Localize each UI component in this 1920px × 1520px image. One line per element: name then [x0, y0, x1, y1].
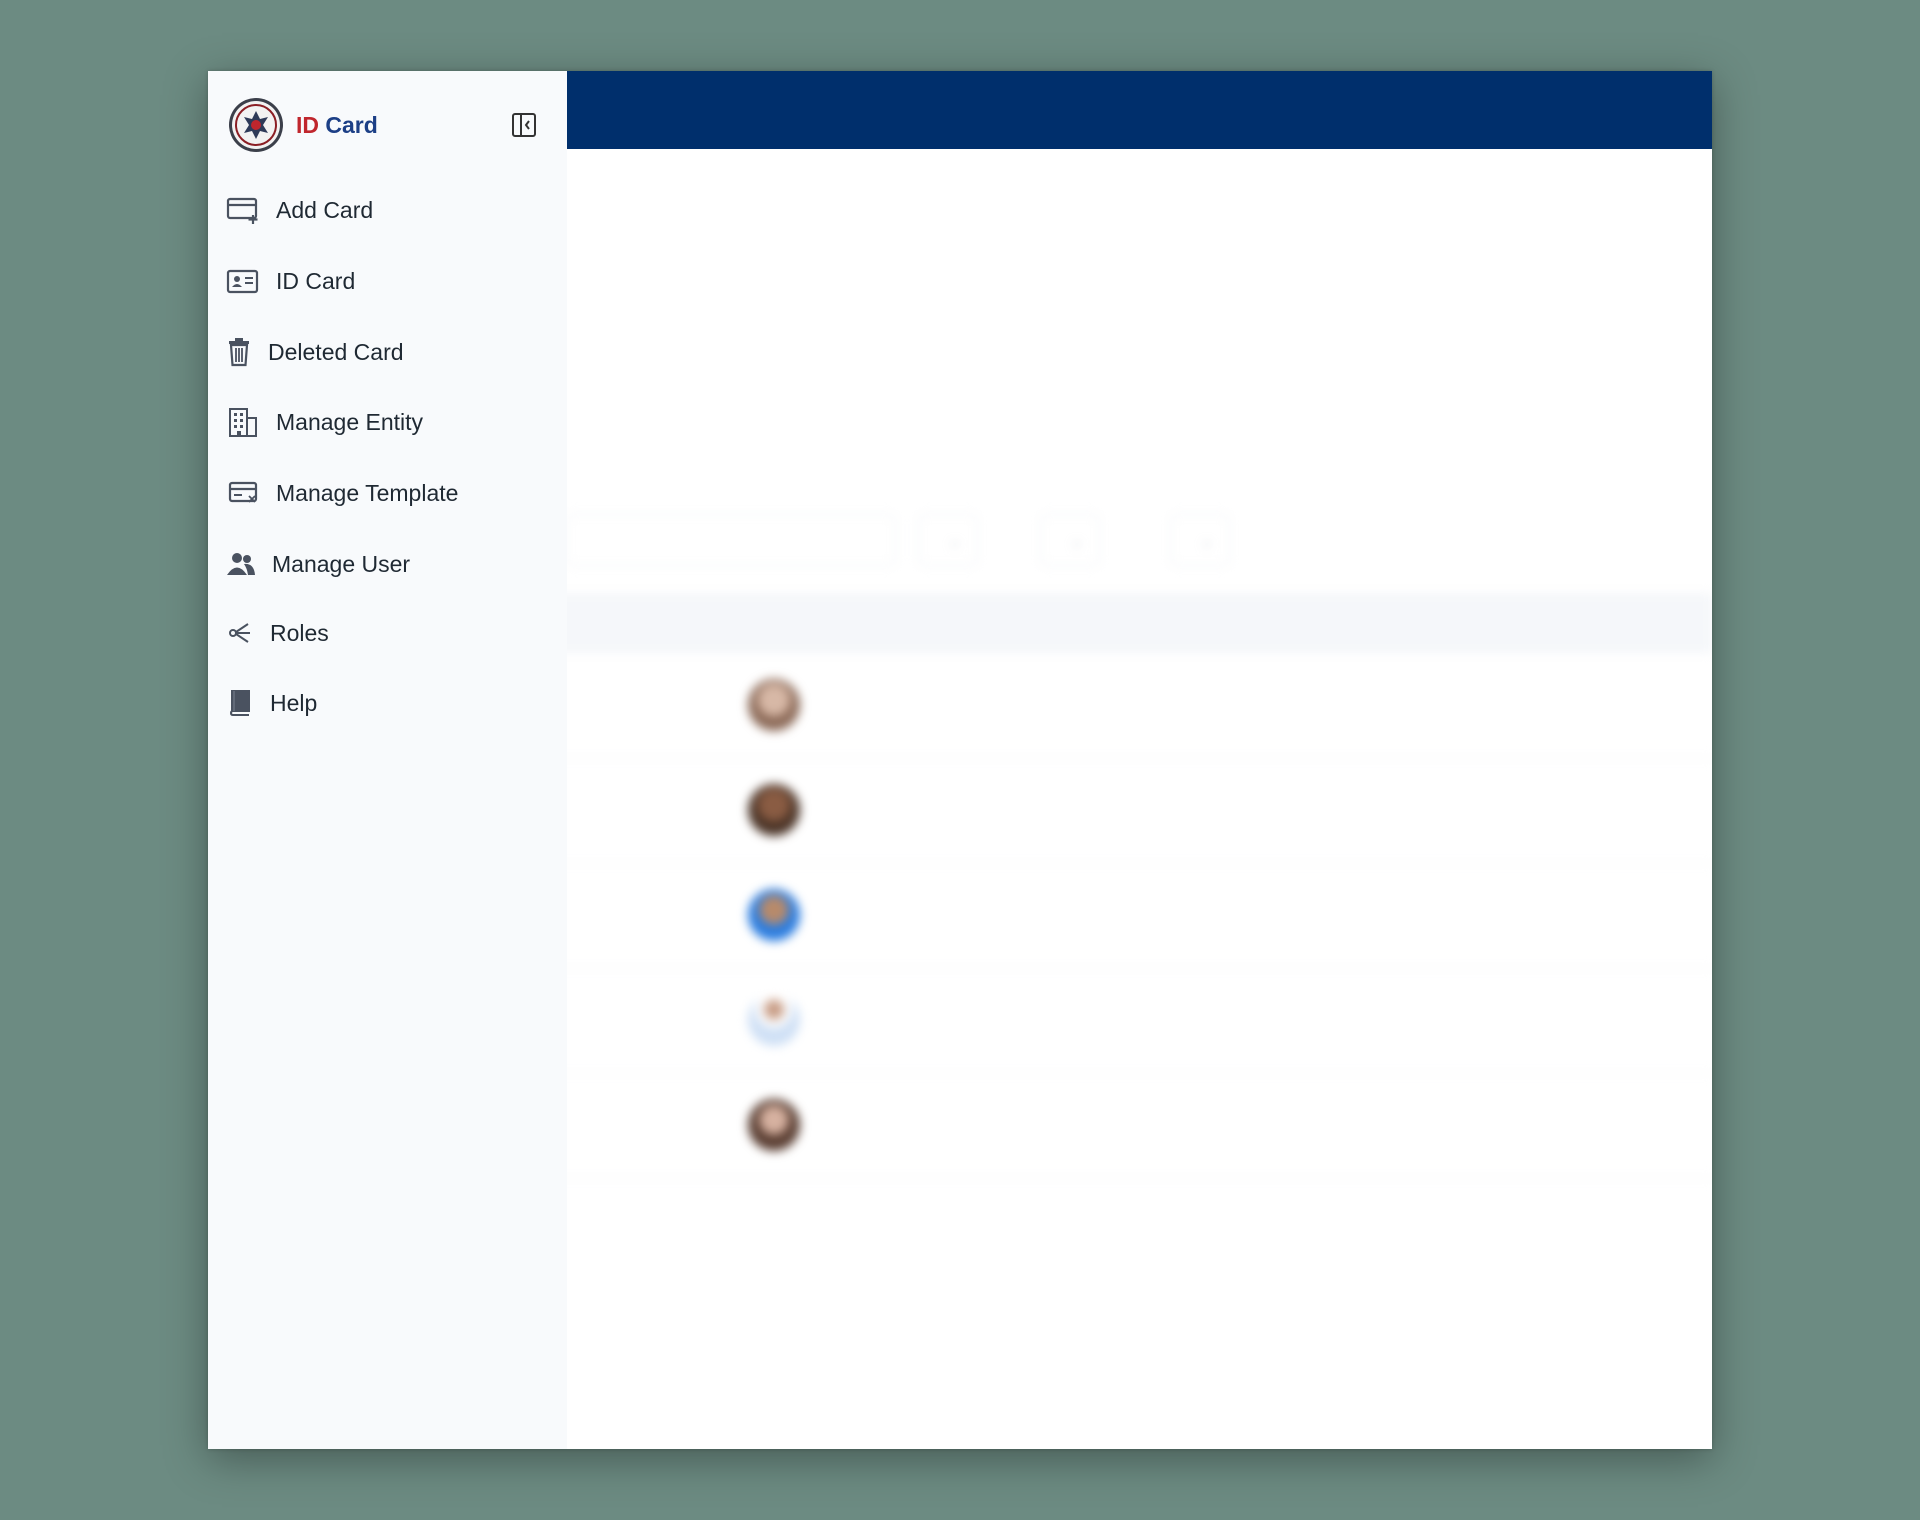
- sidebar-item-label: Roles: [270, 619, 329, 646]
- sidebar-item-id-card[interactable]: ID Card: [226, 259, 355, 303]
- sidebar-item-label: Add Card: [276, 196, 374, 223]
- sidebar-toggle-icon: [512, 113, 536, 137]
- sidebar-item-help[interactable]: Help: [226, 681, 317, 725]
- avatar: [748, 1099, 800, 1151]
- brand[interactable]: ID Card: [228, 97, 378, 153]
- users-icon: [226, 547, 256, 581]
- trash-icon: [226, 335, 252, 369]
- table-row[interactable]: [548, 758, 1712, 864]
- id-card-icon: [226, 264, 260, 298]
- sidebar-item-label: Manage Template: [276, 479, 459, 506]
- sidebar-item-label: Deleted Card: [268, 338, 404, 365]
- chevron-down-icon: ⌄: [1071, 533, 1083, 549]
- table-row[interactable]: [548, 1073, 1712, 1179]
- collapse-sidebar-button[interactable]: [510, 111, 538, 139]
- table-row[interactable]: [548, 653, 1712, 759]
- app-title-card: Card: [325, 111, 378, 138]
- sidebar: ID Card Add Card ID Card Deleted Card Ma…: [208, 71, 567, 1449]
- avatar: [748, 994, 800, 1046]
- sidebar-item-label: Help: [270, 689, 318, 716]
- sidebar-item-manage-user[interactable]: Manage User: [226, 542, 410, 586]
- user-type-filter[interactable]: ⌄: [1170, 514, 1230, 566]
- app-title-id: ID: [296, 111, 319, 138]
- sidebar-item-roles[interactable]: Roles: [226, 611, 329, 655]
- chevron-down-icon: ⌄: [949, 533, 961, 549]
- entity-filter[interactable]: ⌄: [1040, 514, 1100, 566]
- roles-icon: [226, 616, 254, 650]
- sidebar-item-label: Manage Entity: [276, 408, 424, 435]
- sidebar-item-add-card[interactable]: Add Card: [226, 188, 373, 232]
- app-title: ID Card: [296, 112, 378, 139]
- table-row[interactable]: [548, 968, 1712, 1074]
- app-window: ⌄ ⌄ ⌄ ID Card Add Card ID Card Deleted C…: [208, 71, 1712, 1449]
- sidebar-item-manage-entity[interactable]: Manage Entity: [226, 400, 423, 444]
- search-input[interactable]: [566, 514, 896, 566]
- add-card-icon: [226, 193, 260, 227]
- template-icon: [226, 476, 260, 510]
- seal-logo-icon: [229, 98, 283, 152]
- sidebar-item-manage-template[interactable]: Manage Template: [226, 471, 458, 515]
- avatar: [748, 889, 800, 941]
- sidebar-item-label: Manage User: [272, 550, 411, 577]
- table-row[interactable]: [548, 863, 1712, 969]
- sidebar-item-label: ID Card: [276, 267, 356, 294]
- chevron-down-icon: ⌄: [1201, 533, 1213, 549]
- building-icon: [226, 405, 260, 439]
- book-icon: [226, 686, 254, 720]
- sidebar-item-deleted-card[interactable]: Deleted Card: [226, 330, 404, 374]
- table-header: [548, 593, 1712, 653]
- avatar: [748, 784, 800, 836]
- status-filter[interactable]: ⌄: [918, 514, 978, 566]
- avatar: [748, 679, 800, 731]
